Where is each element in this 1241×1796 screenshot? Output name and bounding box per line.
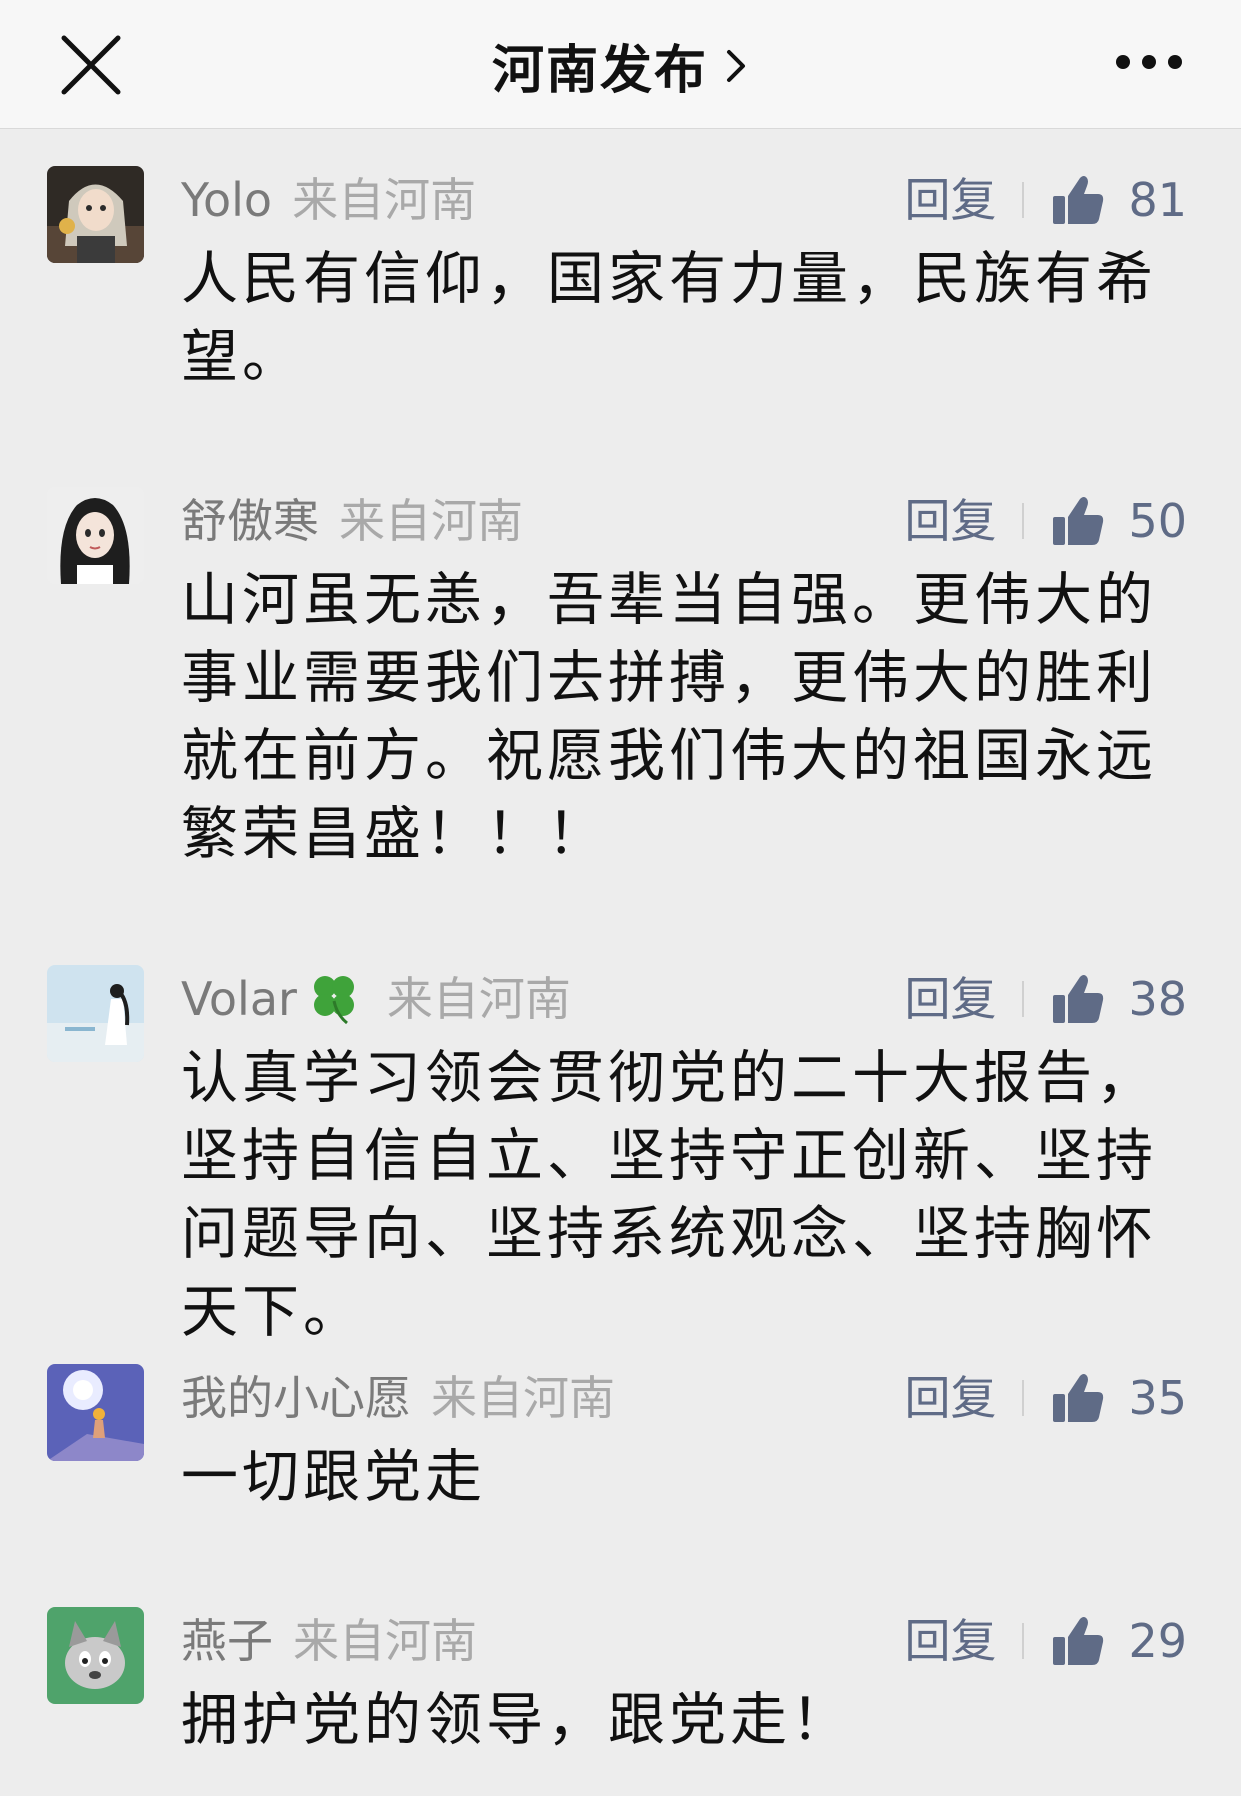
nickname: 我的小心愿 — [181, 1371, 411, 1425]
divider — [1022, 1380, 1025, 1416]
comment-text: 认真学习领会贯彻党的二十大报告，坚持自信自立、坚持守正创新、坚持问题导向、坚持系… — [181, 1045, 1157, 1345]
nickname: Volar — [181, 972, 297, 1026]
reply-button[interactable]: 回复 — [904, 493, 996, 549]
more-dots-icon[interactable] — [1113, 50, 1185, 74]
like-count: 81 — [1128, 173, 1187, 227]
avatar[interactable] — [47, 965, 144, 1062]
divider — [1022, 981, 1025, 1017]
location-label: 来自河南 — [293, 1614, 477, 1668]
like-count: 35 — [1128, 1371, 1187, 1425]
divider — [1022, 1623, 1025, 1659]
divider — [1022, 182, 1025, 218]
nickname: 舒傲寒 — [181, 494, 319, 548]
nickname: Yolo — [181, 173, 273, 227]
thumbs-up-icon[interactable] — [1050, 1370, 1106, 1426]
reply-button[interactable]: 回复 — [904, 1370, 996, 1426]
avatar[interactable] — [47, 166, 144, 263]
four-leaf-clover-icon — [313, 976, 354, 1025]
comment-text: 人民有信仰，国家有力量，民族有希望。 — [181, 246, 1157, 390]
avatar[interactable] — [47, 1364, 144, 1461]
thumbs-up-icon[interactable] — [1050, 172, 1106, 228]
location-label: 来自河南 — [292, 173, 477, 227]
like-count: 38 — [1128, 972, 1187, 1026]
divider — [1022, 503, 1025, 539]
like-count: 29 — [1128, 1614, 1187, 1668]
thumbs-up-icon[interactable] — [1050, 971, 1106, 1027]
comment-text: 拥护党的领导，跟党走！ — [181, 1687, 852, 1753]
thumbs-up-icon[interactable] — [1050, 493, 1106, 549]
thumbs-up-icon[interactable] — [1050, 1613, 1106, 1669]
comment-text: 一切跟党走 — [181, 1444, 486, 1510]
comment-text: 山河虽无恙，吾辈当自强。更伟大的事业需要我们去拼搏，更伟大的胜利就在前方。祝愿我… — [181, 567, 1157, 867]
reply-button[interactable]: 回复 — [904, 1613, 996, 1669]
location-label: 来自河南 — [431, 1371, 615, 1425]
account-title-link[interactable]: 河南发布 — [0, 28, 1241, 103]
avatar[interactable] — [47, 487, 144, 584]
reply-button[interactable]: 回复 — [904, 971, 996, 1027]
nickname: 燕子 — [181, 1614, 273, 1668]
reply-button[interactable]: 回复 — [904, 172, 996, 228]
like-count: 50 — [1128, 494, 1187, 548]
top-bar: 河南发布 — [0, 0, 1241, 129]
location-label: 来自河南 — [339, 494, 523, 548]
location-label: 来自河南 — [386, 972, 571, 1026]
page-title: 河南发布 — [491, 41, 708, 101]
avatar[interactable] — [47, 1607, 144, 1704]
chevron-right-icon — [727, 49, 746, 82]
